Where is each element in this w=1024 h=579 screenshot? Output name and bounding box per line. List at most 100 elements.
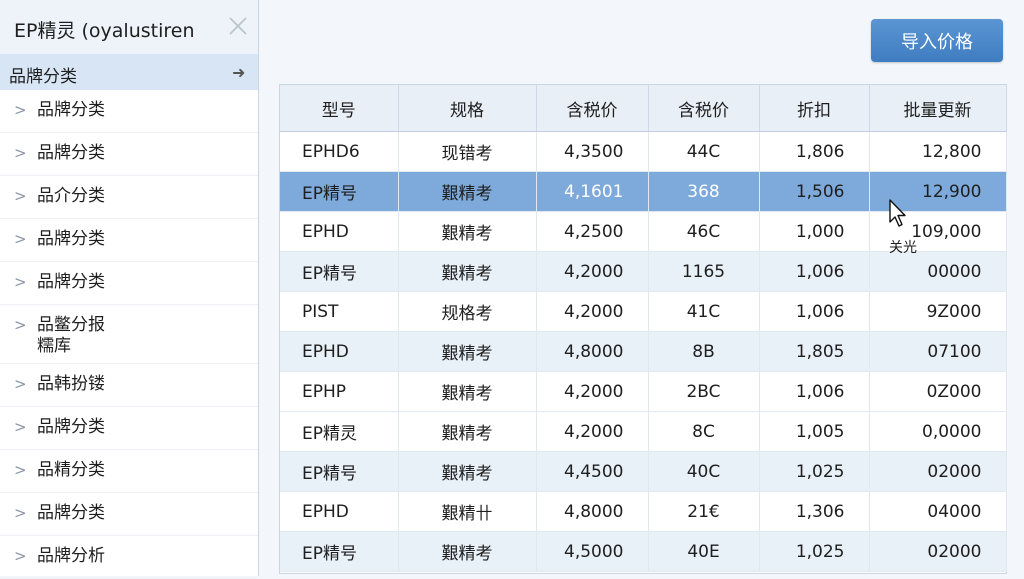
cell-price: 4,2000 <box>536 371 649 412</box>
cell-discount: 1,006 <box>759 251 870 292</box>
cell-discount: 1,306 <box>759 491 870 532</box>
cell-discount: 1,006 <box>759 371 870 412</box>
cell-batch: 9Z000 <box>869 291 1007 332</box>
sidebar: EP精灵 (oyalustiren 品牌分类 ➜ > 品牌分类 > 品牌分类 >… <box>0 0 259 579</box>
table-row[interactable]: EPHD 艱精考 4,8000 8B 1,805 07100 <box>280 331 1007 372</box>
sidebar-item[interactable]: > 品韩扮镂 <box>0 364 258 407</box>
chevron-right-icon: > <box>14 273 27 291</box>
cell-price-2: 40C <box>648 451 760 492</box>
cell-spec: 艱精卄 <box>398 491 537 532</box>
cell-price-2: 40E <box>648 531 760 572</box>
cell-batch: 04000 <box>869 491 1007 532</box>
cell-batch: 0,0000 <box>869 411 1007 452</box>
cell-discount: 1,005 <box>759 411 870 452</box>
cell-model: EPHD <box>280 211 399 252</box>
chevron-right-icon: > <box>14 375 27 393</box>
sidebar-item[interactable]: > 品牌分类 <box>0 262 258 305</box>
sidebar-item[interactable]: > 品精分类 <box>0 450 258 493</box>
cell-model: EPHD6 <box>280 131 399 172</box>
close-icon[interactable] <box>226 14 250 38</box>
cell-discount: 1,806 <box>759 131 870 172</box>
column-header-model[interactable]: 型号 <box>280 85 399 132</box>
cell-batch: 0Z000 <box>869 371 1007 412</box>
cell-batch: 07100 <box>869 331 1007 372</box>
sidebar-item[interactable]: > 品鳖分报 糯库 <box>0 305 258 364</box>
sidebar-item-label: 品牌分类 <box>37 229 105 249</box>
chevron-right-icon: > <box>14 230 27 248</box>
sidebar-item[interactable]: > 品牌分类 <box>0 219 258 262</box>
cell-price: 4,2000 <box>536 411 649 452</box>
import-price-button[interactable]: 导入价格 <box>871 19 1003 62</box>
table-row[interactable]: EP精号 艱精考 4,5000 40E 1,025 02000 <box>280 531 1007 572</box>
cell-spec: 艱精考 <box>398 451 537 492</box>
cell-price: 4,3500 <box>536 131 649 172</box>
cell-spec: 艱精考 <box>398 251 537 292</box>
cell-spec: 规格考 <box>398 291 537 332</box>
cell-price-2: 2BC <box>648 371 760 412</box>
column-header-discount[interactable]: 折扣 <box>759 85 870 132</box>
cell-price: 4,2000 <box>536 291 649 332</box>
cell-price-2: 44C <box>648 131 760 172</box>
arrow-right-icon[interactable]: ➜ <box>232 63 245 82</box>
cell-model: EP精号 <box>280 451 399 492</box>
cell-batch: 12,800 <box>869 131 1007 172</box>
category-header-label: 品牌分类 <box>9 67 77 87</box>
sidebar-item[interactable]: > 品牌分类 <box>0 407 258 450</box>
sidebar-item[interactable]: > 品牌分类 <box>0 133 258 176</box>
cell-price-2: 368 <box>648 171 760 212</box>
column-header-price-incl-tax-2[interactable]: 含税价 <box>648 85 760 132</box>
cell-model: EPHD <box>280 331 399 372</box>
chevron-right-icon: > <box>14 461 27 479</box>
cell-price-2: 8C <box>648 411 760 452</box>
sidebar-header: EP精灵 (oyalustiren <box>0 0 258 54</box>
cell-price: 4,8000 <box>536 491 649 532</box>
sidebar-item-label: 品韩扮镂 <box>37 374 105 394</box>
column-header-price-incl-tax[interactable]: 含税价 <box>536 85 649 132</box>
table-row[interactable]: EP精号 艱精考 4,2000 1165 1,006 00000 <box>280 251 1007 292</box>
cell-price-2: 41C <box>648 291 760 332</box>
table-row[interactable]: EP精灵 艱精考 4,2000 8C 1,005 0,0000 <box>280 411 1007 452</box>
cell-spec: 艱精考 <box>398 331 537 372</box>
sidebar-item[interactable]: > 品牌分析 <box>0 536 258 579</box>
sidebar-item-label: 品精分类 <box>37 460 105 480</box>
sidebar-item[interactable]: > 品牌分类 <box>0 493 258 536</box>
cell-spec: 艱精考 <box>398 531 537 572</box>
table-row[interactable]: EPHP 艱精考 4,2000 2BC 1,006 0Z000 <box>280 371 1007 412</box>
cell-price: 4,2000 <box>536 251 649 292</box>
column-header-spec[interactable]: 规格 <box>398 85 537 132</box>
cell-spec: 艱精考 <box>398 411 537 452</box>
cell-model: PIST <box>280 291 399 332</box>
cell-price-2: 46C <box>648 211 760 252</box>
cell-discount: 1,025 <box>759 531 870 572</box>
cell-spec: 艱精考 <box>398 211 537 252</box>
cell-model: EPHP <box>280 371 399 412</box>
cursor-tooltip: 关光 <box>889 240 917 256</box>
table-row[interactable]: EPHD6 现错考 4,3500 44C 1,806 12,800 <box>280 131 1007 172</box>
mouse-pointer-icon <box>889 199 906 227</box>
cell-spec: 艱精考 <box>398 171 537 212</box>
table-row[interactable]: EPHD 艱精卄 4,8000 21€ 1,306 04000 <box>280 491 1007 532</box>
cell-batch: 00000 <box>869 251 1007 292</box>
sidebar-item-label: 品介分类 <box>37 186 105 206</box>
chevron-right-icon: > <box>14 547 27 565</box>
cell-price: 4,1601 <box>536 171 649 212</box>
cell-price: 4,2500 <box>536 211 649 252</box>
cell-discount: 1,805 <box>759 331 870 372</box>
category-header[interactable]: 品牌分类 ➜ <box>0 54 258 90</box>
table-row[interactable]: EP精号 艱精考 4,4500 40C 1,025 02000 <box>280 451 1007 492</box>
table-row[interactable]: PIST 规格考 4,2000 41C 1,006 9Z000 <box>280 291 1007 332</box>
sidebar-item[interactable]: > 品牌分类 <box>0 90 258 133</box>
column-header-batch-update[interactable]: 批量更新 <box>869 85 1007 132</box>
sidebar-item[interactable]: > 品介分类 <box>0 176 258 219</box>
cell-model: EP精号 <box>280 251 399 292</box>
table-header-row: 型号 规格 含税价 含税价 折扣 批量更新 <box>280 85 1007 132</box>
cell-discount: 1,506 <box>759 171 870 212</box>
cell-price-2: 1165 <box>648 251 760 292</box>
cell-price: 4,4500 <box>536 451 649 492</box>
chevron-right-icon: > <box>14 418 27 436</box>
cell-discount: 1,025 <box>759 451 870 492</box>
cell-batch: 02000 <box>869 451 1007 492</box>
price-table: 型号 规格 含税价 含税价 折扣 批量更新 EPHD6 现错考 4,3500 4… <box>279 84 1007 574</box>
sidebar-item-label: 品牌分类 <box>37 143 105 163</box>
cell-price-2: 8B <box>648 331 760 372</box>
